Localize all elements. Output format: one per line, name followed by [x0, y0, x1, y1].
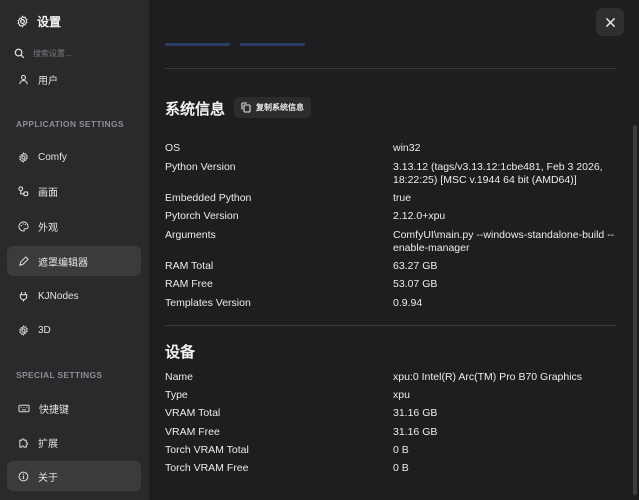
palette-icon — [18, 220, 29, 232]
sidebar-item-kjnodes[interactable]: KJNodes — [7, 281, 141, 311]
info-value: win32 — [393, 142, 421, 154]
sidebar-item-label: 遮罩编辑器 — [38, 257, 88, 269]
cube-icon — [19, 324, 28, 336]
plug-icon — [19, 291, 28, 302]
device-key: Type — [165, 389, 188, 401]
info-key: Python Version — [165, 161, 236, 173]
user-icon — [19, 74, 28, 84]
about-badges — [165, 43, 305, 46]
sidebar-item-3d[interactable]: 3D — [7, 315, 141, 345]
badge[interactable] — [240, 43, 305, 46]
section-special-settings: SPECIAL SETTINGS — [16, 370, 103, 380]
info-key: Arguments — [165, 229, 216, 241]
sidebar-item-about[interactable]: 关于 — [7, 461, 141, 491]
close-button[interactable] — [596, 8, 624, 36]
device-value: 0 B — [393, 444, 409, 456]
close-icon — [605, 17, 615, 27]
device-value: 0 B — [393, 462, 409, 474]
settings-sidebar: 设置 搜索设置... 用户 APPLICATION SETTINGS Comfy… — [0, 0, 149, 500]
info-key: OS — [165, 142, 181, 154]
sidebar-item-comfy[interactable]: Comfy — [7, 142, 141, 172]
settings-title-text: 设置 — [37, 14, 62, 29]
info-value: 53.07 GB — [393, 278, 438, 290]
sidebar-item-label: 外观 — [38, 222, 58, 234]
info-key: RAM Free — [165, 278, 213, 290]
info-key: RAM Total — [165, 260, 214, 272]
device-title: 设备 — [165, 344, 196, 361]
device-key: VRAM Free — [165, 426, 220, 438]
settings-title: 设置 — [16, 12, 61, 30]
sidebar-item-label: 快捷键 — [39, 404, 69, 416]
device-key: VRAM Total — [165, 407, 221, 419]
copy-system-info-button[interactable]: 复制系统信息 — [234, 97, 311, 118]
sidebar-item-mask-editor[interactable]: 遮罩编辑器 — [7, 246, 141, 276]
info-key: Pytorch Version — [165, 210, 239, 222]
sidebar-item-keybinding[interactable]: 快捷键 — [7, 393, 141, 423]
info-key: Embedded Python — [165, 192, 252, 204]
copy-system-info-label: 复制系统信息 — [256, 103, 304, 112]
divider — [165, 325, 616, 326]
info-value: 2.12.0+xpu — [393, 210, 446, 222]
device-value: xpu — [393, 389, 410, 401]
sidebar-item-extensions[interactable]: 扩展 — [7, 427, 141, 457]
device-key: Torch VRAM Free — [165, 462, 249, 474]
badge[interactable] — [165, 43, 230, 46]
settings-search[interactable]: 搜索设置... — [14, 48, 72, 59]
info-key: Templates Version — [165, 297, 251, 309]
sidebar-item-user[interactable]: 用户 — [7, 64, 141, 94]
sidebar-item-label: 用户 — [38, 75, 58, 87]
info-value: ComfyUI\main.py --windows-standalone-bui… — [393, 229, 615, 254]
keyboard-icon — [18, 404, 30, 412]
device-value: 31.16 GB — [393, 426, 438, 438]
device-value: 31.16 GB — [393, 407, 438, 419]
scrollbar[interactable] — [633, 125, 637, 495]
info-value: 63.27 GB — [393, 260, 438, 272]
search-input[interactable]: 搜索设置... — [33, 48, 72, 59]
sidebar-item-label: Comfy — [38, 151, 67, 163]
device-key: Torch VRAM Total — [165, 444, 249, 456]
sidebar-item-canvas[interactable]: 画面 — [7, 176, 141, 206]
puzzle-icon — [19, 438, 28, 448]
sidebar-item-label: 画面 — [38, 187, 58, 199]
copy-icon — [241, 102, 251, 113]
info-icon — [18, 471, 29, 481]
system-info-title: 系统信息 — [165, 101, 226, 118]
sidebar-item-label: 关于 — [38, 472, 58, 484]
sidebar-item-appearance[interactable]: 外观 — [7, 211, 141, 241]
info-value: 0.9.94 — [393, 297, 423, 309]
search-icon — [14, 48, 25, 59]
mask-editor-icon — [19, 255, 29, 266]
sidebar-item-label: 扩展 — [38, 438, 58, 450]
divider — [165, 68, 616, 69]
sidebar-item-label: KJNodes — [38, 290, 79, 302]
info-value: true — [393, 192, 412, 204]
gear-icon — [17, 14, 28, 28]
sidebar-item-label: 3D — [38, 324, 51, 336]
device-key: Name — [165, 371, 194, 383]
info-value: 3.13.12 (tags/v3.13.12:1cbe481, Feb 3 20… — [393, 161, 603, 186]
section-application-settings: APPLICATION SETTINGS — [16, 119, 124, 129]
nodes-icon — [18, 185, 29, 196]
gear-icon — [19, 151, 28, 163]
device-value: xpu:0 Intel(R) Arc(TM) Pro B70 Graphics — [393, 371, 583, 383]
